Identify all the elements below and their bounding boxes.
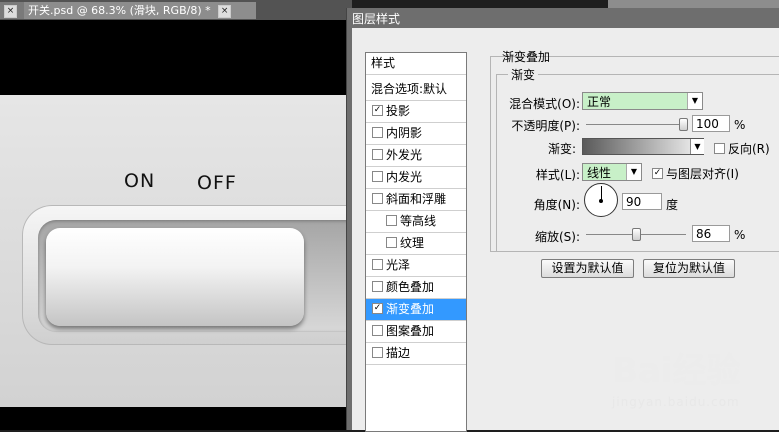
baidu-watermark: Bai经验 jingyan.baidu.com (612, 335, 779, 430)
angle-unit: 度 (666, 198, 679, 212)
opacity-label: 不透明度(P): (511, 119, 580, 133)
switch-knob[interactable] (46, 228, 304, 326)
style-item-label: 描边 (386, 346, 411, 360)
style-item-label: 等高线 (400, 214, 437, 228)
blend-mode-select[interactable]: 正常 ▼ (582, 92, 703, 110)
style-item-label: 图案叠加 (386, 324, 435, 338)
style-item-label: 投影 (386, 104, 411, 118)
blend-mode-label: 混合模式(O): (509, 97, 580, 111)
style-item-inner-glow[interactable]: 内发光 (366, 167, 466, 189)
angle-dial[interactable] (584, 183, 618, 217)
gradient-label: 渐变: (547, 142, 576, 156)
style-item-gradient-overlay[interactable]: ✓ 渐变叠加 (366, 299, 466, 321)
subgroup-title: 渐变 (508, 66, 539, 83)
checkbox-checked-icon[interactable]: ✓ (372, 105, 383, 116)
angle-input[interactable]: 90 (622, 193, 662, 210)
gradient-picker[interactable] (582, 138, 704, 155)
style-item-color-overlay[interactable]: 颜色叠加 (366, 277, 466, 299)
panel-strip (608, 0, 779, 8)
chevron-down-icon[interactable]: ▼ (690, 139, 704, 154)
watermark-url: jingyan.baidu.com (612, 395, 740, 409)
checkbox-icon[interactable] (386, 215, 397, 226)
checkbox-icon[interactable] (386, 237, 397, 248)
document-tab-label: 开关.psd @ 68.3% (滑块, RGB/8) * (28, 4, 211, 17)
style-item-label: 渐变叠加 (386, 302, 435, 316)
blend-mode-value: 正常 (587, 95, 612, 109)
checkbox-icon[interactable] (372, 259, 383, 270)
checkbox-checked-icon[interactable]: ✓ (652, 168, 663, 179)
style-item-satin[interactable]: 光泽 (366, 255, 466, 277)
checkbox-icon[interactable] (372, 127, 383, 138)
style-item-pattern-overlay[interactable]: 图案叠加 (366, 321, 466, 343)
close-tab-icon[interactable]: × (4, 4, 17, 18)
style-item-label: 外发光 (386, 148, 423, 162)
style-label: 样式(L): (535, 168, 580, 182)
group-title: 渐变叠加 (502, 50, 551, 64)
checkbox-icon[interactable] (372, 193, 383, 204)
off-label: OFF (197, 172, 237, 194)
checkbox-icon[interactable] (372, 325, 383, 336)
style-item-inner-shadow[interactable]: 内阴影 (366, 123, 466, 145)
opacity-slider[interactable] (586, 124, 686, 125)
scale-slider-thumb[interactable] (632, 228, 641, 241)
opacity-unit: % (734, 118, 746, 132)
style-item-drop-shadow[interactable]: ✓ 投影 (366, 101, 466, 123)
style-item-outer-glow[interactable]: 外发光 (366, 145, 466, 167)
style-item-label: 内发光 (386, 170, 423, 184)
style-item-bevel-emboss[interactable]: 斜面和浮雕 (366, 189, 466, 211)
reverse-checkbox-row[interactable]: 反向(R) (714, 140, 770, 157)
checkbox-checked-icon[interactable]: ✓ (372, 303, 383, 314)
opacity-slider-thumb[interactable] (679, 118, 688, 131)
style-value: 线性 (587, 166, 612, 180)
close-tab-icon[interactable]: × (218, 4, 232, 18)
set-default-button[interactable]: 设置为默认值 (541, 259, 634, 278)
style-item-texture[interactable]: 纹理 (366, 233, 466, 255)
style-select[interactable]: 线性 ▼ (582, 163, 642, 181)
checkbox-icon[interactable] (372, 281, 383, 292)
style-item-label: 光泽 (386, 258, 411, 272)
scale-input[interactable]: 86 (692, 225, 730, 242)
opacity-input[interactable]: 100 (692, 115, 730, 132)
dialog-title: 图层样式 (352, 12, 401, 26)
align-label: 与图层对齐(I) (666, 167, 739, 181)
checkbox-icon[interactable] (372, 149, 383, 160)
style-list: 样式 混合选项:默认 ✓ 投影 内阴影 外发光 内发光 斜面和浮雕 等高线 纹理 … (365, 52, 467, 432)
chevron-down-icon: ▼ (687, 93, 702, 109)
align-with-layer-row[interactable]: ✓ 与图层对齐(I) (652, 165, 739, 182)
reset-default-button[interactable]: 复位为默认值 (643, 259, 735, 278)
document-tab-active[interactable]: 开关.psd @ 68.3% (滑块, RGB/8) * × (24, 2, 256, 19)
style-item-label: 颜色叠加 (386, 280, 435, 294)
style-item-label: 纹理 (400, 236, 425, 250)
scale-label: 缩放(S): (534, 230, 580, 244)
checkbox-icon[interactable] (372, 171, 383, 182)
style-item-stroke[interactable]: 描边 (366, 343, 466, 365)
reverse-label: 反向(R) (728, 142, 770, 156)
on-label: ON (124, 170, 156, 192)
watermark-brand: Bai经验 (612, 351, 741, 391)
checkbox-icon[interactable] (714, 143, 725, 154)
style-item-contour[interactable]: 等高线 (366, 211, 466, 233)
angle-label: 角度(N): (533, 198, 580, 212)
blending-options-item[interactable]: 混合选项:默认 (366, 79, 466, 101)
checkbox-icon[interactable] (372, 347, 383, 358)
scale-unit: % (734, 228, 746, 242)
style-item-label: 斜面和浮雕 (386, 192, 447, 206)
angle-dial-center (599, 199, 603, 203)
style-list-header[interactable]: 样式 (366, 53, 466, 75)
style-item-label: 内阴影 (386, 126, 423, 140)
chevron-down-icon: ▼ (626, 164, 641, 180)
